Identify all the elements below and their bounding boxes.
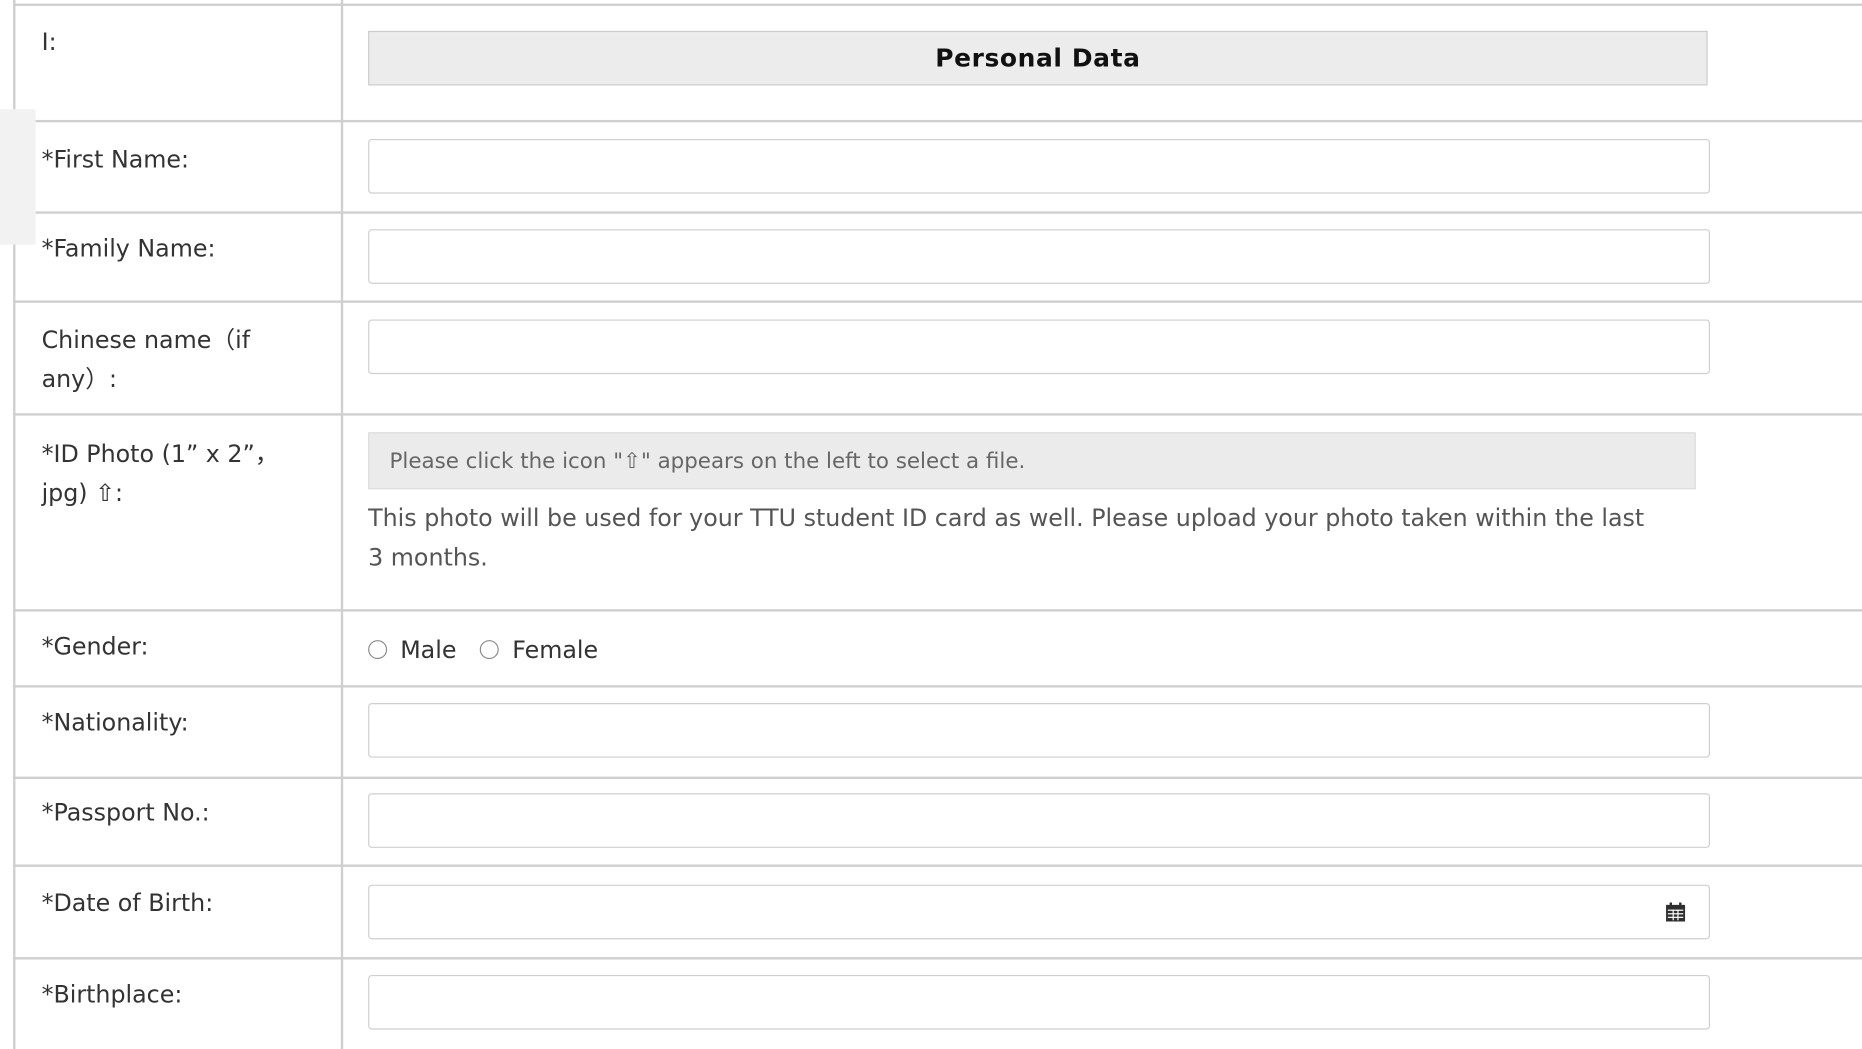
- row-divider: [13, 957, 1862, 960]
- first-name-input[interactable]: [368, 138, 1710, 194]
- row-divider: [13, 211, 1862, 214]
- nationality-input[interactable]: [368, 703, 1710, 758]
- id-photo-label-line2[interactable]: jpg) ⇧:: [42, 474, 279, 513]
- family-name-label: *Family Name:: [41, 233, 216, 263]
- id-photo-label: *ID Photo (1” x 2”， jpg) ⇧:: [42, 435, 279, 513]
- calendar-icon[interactable]: [1665, 901, 1686, 922]
- first-name-label: *First Name:: [41, 144, 190, 174]
- date-of-birth-input[interactable]: [368, 884, 1710, 940]
- chinese-name-label-line2: any）:: [41, 364, 117, 394]
- passport-no-label: *Passport No.:: [41, 798, 210, 827]
- gender-male-radio[interactable]: [368, 640, 388, 660]
- id-photo-note: This photo will be used for your TTU stu…: [368, 499, 1722, 577]
- birthplace-label: *Birthplace:: [41, 979, 183, 1009]
- section-number: I:: [41, 27, 57, 56]
- passport-no-input[interactable]: [368, 793, 1710, 848]
- row-divider: [13, 119, 1862, 123]
- row-divider: [13, 300, 1862, 303]
- row-divider: [13, 3, 1862, 6]
- id-photo-note-line2: 3 months.: [368, 542, 488, 572]
- id-photo-file-placeholder: Please click the icon "⇧" appears on the…: [389, 448, 1026, 474]
- row-divider: [13, 685, 1862, 688]
- date-of-birth-label: *Date of Birth:: [41, 888, 214, 917]
- id-photo-note-line1: This photo will be used for your TTU stu…: [368, 503, 1645, 533]
- row-divider: [13, 413, 1862, 416]
- chinese-name-label-line1: Chinese name（if: [41, 325, 251, 354]
- side-tab: [0, 109, 36, 245]
- row-divider: [13, 776, 1862, 779]
- table-border-middle: [340, 0, 344, 1049]
- id-photo-file-field[interactable]: Please click the icon "⇧" appears on the…: [368, 432, 1696, 490]
- gender-radio-group: Male Female: [368, 631, 622, 669]
- birthplace-input[interactable]: [368, 974, 1710, 1030]
- section-title: Personal Data: [368, 30, 1708, 86]
- gender-female-label[interactable]: Female: [512, 635, 598, 664]
- chinese-name-label: Chinese name（if any）:: [42, 321, 250, 399]
- row-divider: [13, 609, 1862, 612]
- gender-label: *Gender:: [41, 631, 149, 661]
- personal-data-form: I: Personal Data *First Name: *Family Na…: [0, 0, 1862, 1049]
- row-divider: [13, 864, 1862, 867]
- family-name-input[interactable]: [368, 229, 1710, 284]
- nationality-label: *Nationality:: [41, 707, 189, 737]
- chinese-name-input[interactable]: [368, 319, 1710, 375]
- gender-male-label[interactable]: Male: [400, 635, 456, 664]
- id-photo-label-line1: *ID Photo (1” x 2”，: [41, 439, 279, 468]
- gender-female-radio[interactable]: [480, 640, 500, 660]
